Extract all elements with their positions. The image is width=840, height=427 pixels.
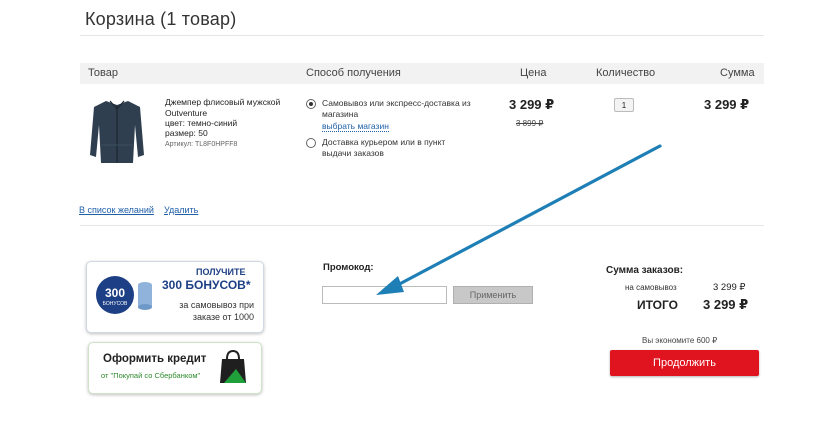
bonus-get-label: ПОЛУЧИТЕ (196, 267, 246, 277)
table-header (80, 63, 764, 84)
page-title: Корзина (1 товар) (85, 9, 237, 29)
section-divider (80, 225, 764, 226)
bonus-coins-icon: 300 БОНУСОВ (96, 276, 152, 314)
option-courier-label[interactable]: Доставка курьером или в пункт выдачи зак… (322, 137, 472, 158)
column-product: Товар (88, 67, 118, 79)
radio-courier[interactable] (306, 138, 316, 148)
bonus-badge-number: 300 (105, 286, 125, 300)
product-name[interactable]: Джемпер флисовый мужской Outventure (165, 97, 295, 118)
product-article: Артикул: TL8F0HPFF8 (165, 141, 238, 148)
column-sum: Сумма (720, 67, 755, 79)
order-sum-title: Сумма заказов: (606, 265, 684, 276)
promo-code-input[interactable] (322, 286, 447, 304)
add-to-wishlist-link[interactable]: В список желаний (79, 205, 154, 215)
promo-label: Промокод: (323, 262, 374, 273)
delete-item-link[interactable]: Удалить (164, 205, 198, 215)
shopping-bag-icon (220, 349, 246, 383)
column-quantity: Количество (596, 67, 656, 79)
pickup-sum-value: 3 299 ₽ (713, 282, 746, 293)
column-price: Цена (520, 67, 547, 79)
item-price: 3 299 ₽ (509, 97, 555, 112)
title-divider (80, 35, 764, 36)
credit-subtitle: от "Покупай со Сбербанком" (101, 371, 201, 380)
bonus-badge-label: БОНУСОВ (103, 301, 128, 307)
item-old-price: 3 899 ₽ (516, 119, 544, 128)
savings-text: Вы экономите 600 ₽ (642, 336, 718, 345)
option-pickup-label[interactable]: Самовывоз или экспресс-доставка из магаз… (322, 98, 482, 119)
item-sum: 3 299 ₽ (704, 97, 750, 112)
total-value: 3 299 ₽ (703, 297, 749, 312)
continue-button[interactable]: Продолжить (610, 350, 759, 376)
choose-store-link[interactable]: выбрать магазин (322, 121, 389, 132)
product-image[interactable] (86, 95, 148, 167)
apply-promo-button[interactable]: Применить (453, 286, 533, 304)
credit-title: Оформить кредит (103, 353, 207, 365)
pickup-sum-label: на самовывоз (625, 283, 677, 292)
product-size: размер: 50 (165, 128, 208, 138)
radio-pickup[interactable] (306, 99, 316, 109)
quantity-field[interactable]: 1 (614, 98, 634, 112)
bonus-amount: 300 БОНУСОВ* (162, 278, 251, 292)
bonus-description: за самовывоз при заказе от 1000 (179, 300, 254, 322)
column-delivery-method: Способ получения (306, 67, 401, 79)
total-label: ИТОГО (637, 298, 678, 312)
product-color: цвет: темно-синий (165, 118, 238, 128)
